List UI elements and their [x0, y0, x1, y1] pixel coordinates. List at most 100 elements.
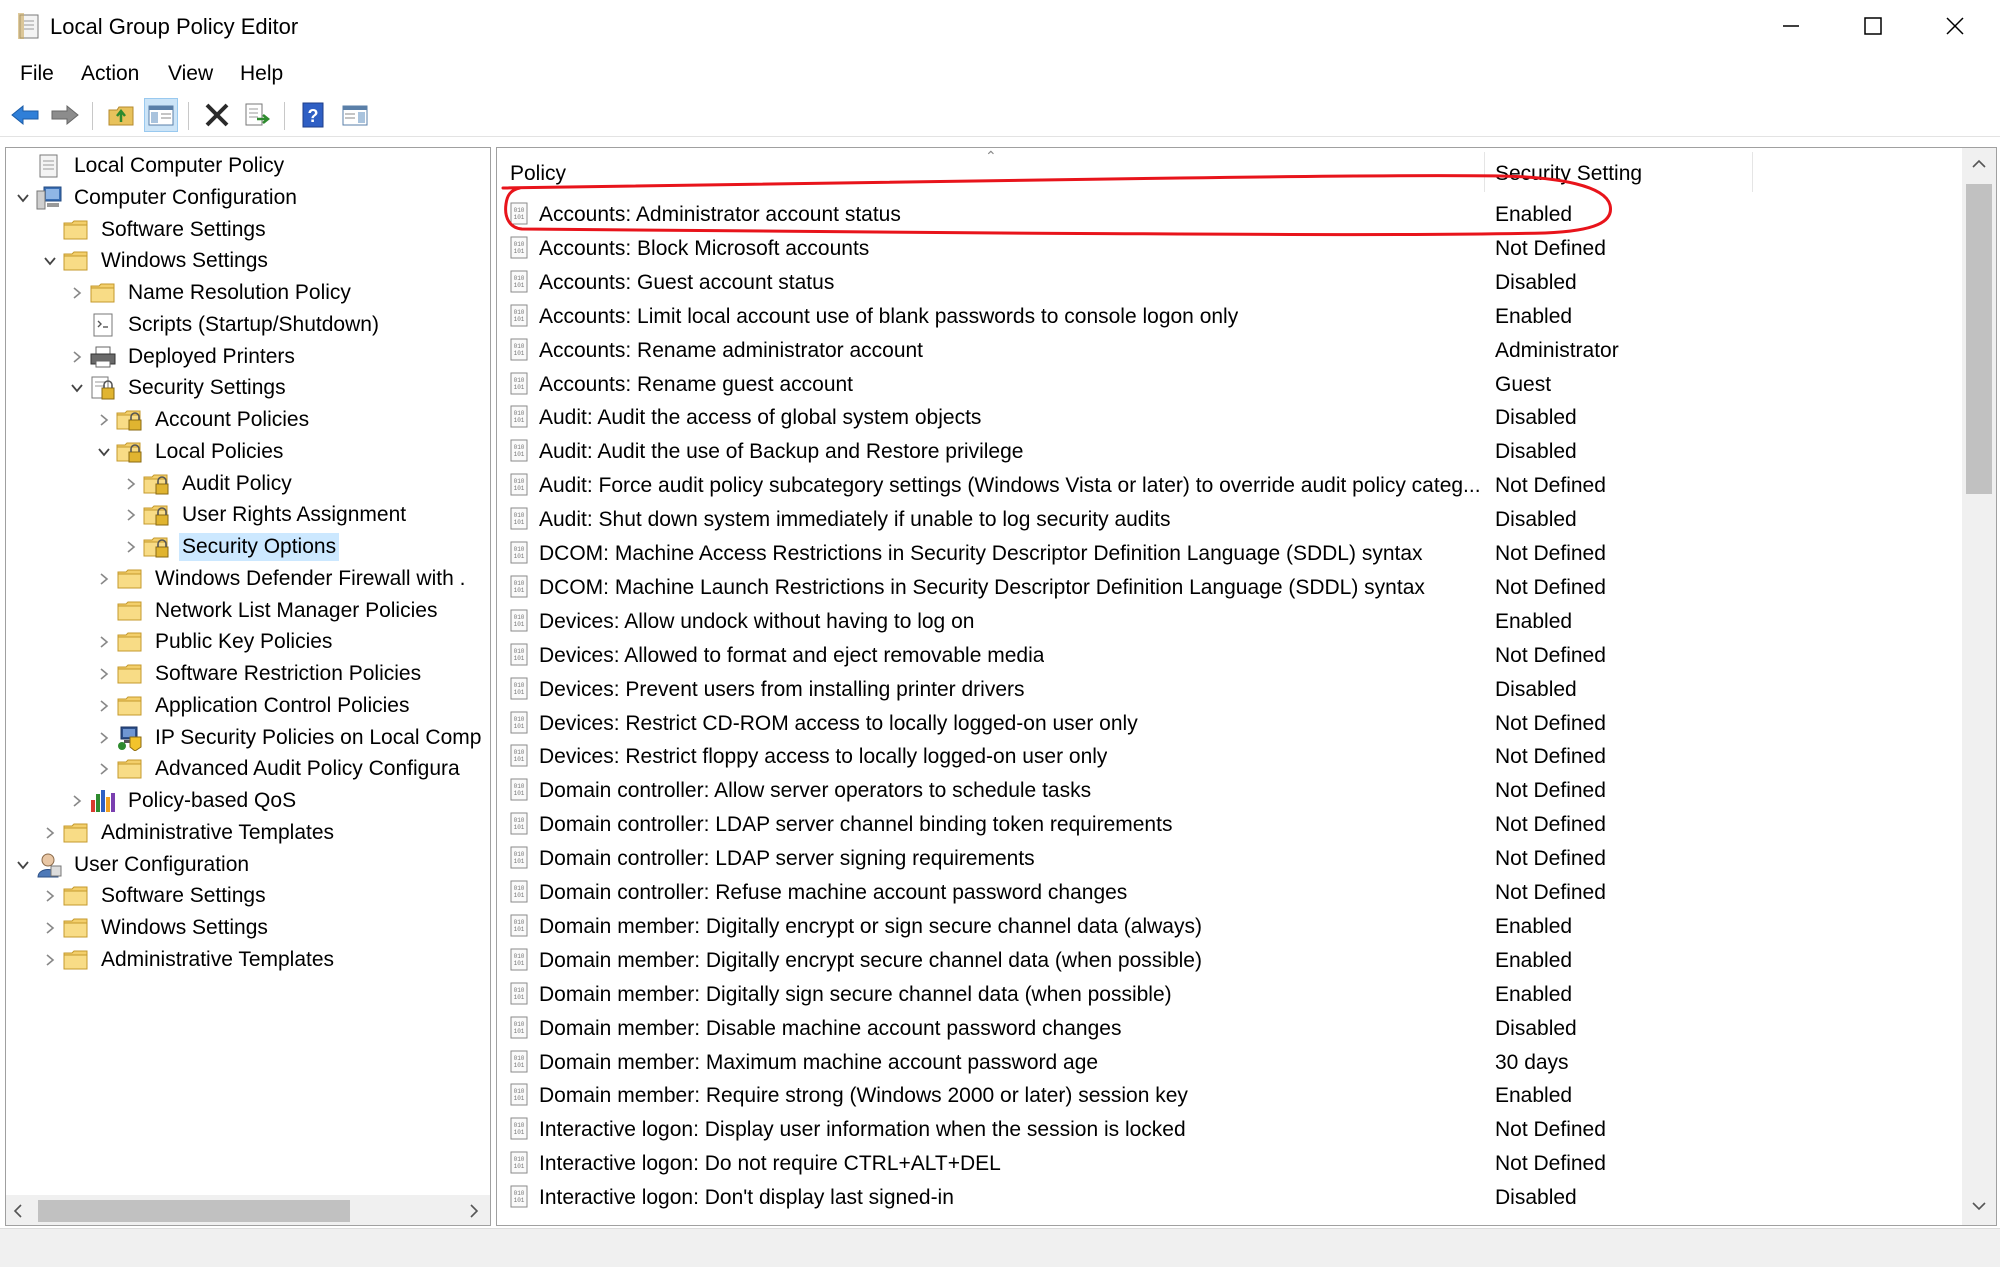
policy-row[interactable]: 010 101 Accounts: Limit local account use …: [497, 299, 1959, 333]
chevron-right-icon[interactable]: [120, 531, 142, 563]
policy-row[interactable]: 010 101 Interactive logon: Display user in…: [497, 1112, 1959, 1146]
policy-row[interactable]: 010 101 Domain member: Maximum machine acc…: [497, 1045, 1959, 1079]
tree-node-user-rights-assignment[interactable]: User Rights Assignment: [120, 499, 409, 531]
maximize-button[interactable]: [1832, 0, 1914, 52]
policy-list-pane[interactable]: ⌃ Policy Security Setting 010 101 Accounts…: [496, 147, 1997, 1226]
policy-row[interactable]: 010 101 Accounts: Administrator account st…: [497, 197, 1959, 231]
column-header-policy[interactable]: Policy: [510, 162, 566, 186]
chevron-right-icon[interactable]: [93, 658, 115, 690]
policy-row[interactable]: 010 101 Domain controller: Allow server op…: [497, 773, 1959, 807]
minimize-button[interactable]: [1750, 0, 1832, 52]
policy-row[interactable]: 010 101 Domain member: Digitally encrypt o…: [497, 909, 1959, 943]
tree-node-scripts-startup-shutdown[interactable]: Scripts (Startup/Shutdown): [66, 309, 382, 341]
chevron-right-icon[interactable]: [39, 817, 61, 849]
policy-row[interactable]: 010 101 Domain controller: LDAP server sig…: [497, 841, 1959, 875]
tree-node-windows-settings[interactable]: Windows Settings: [39, 912, 271, 944]
policy-row[interactable]: 010 101 Audit: Force audit policy subcateg…: [497, 468, 1959, 502]
policy-row[interactable]: 010 101 Accounts: Rename administrator acc…: [497, 333, 1959, 367]
column-header-security-setting[interactable]: Security Setting: [1495, 162, 1642, 186]
policy-row[interactable]: 010 101 Domain member: Digitally encrypt s…: [497, 943, 1959, 977]
policy-row[interactable]: 010 101 Domain controller: Refuse machine …: [497, 875, 1959, 909]
policy-row[interactable]: 010 101 Domain member: Digitally sign secu…: [497, 977, 1959, 1011]
tree-node-application-control-policies[interactable]: Application Control Policies: [93, 690, 412, 722]
policy-row[interactable]: 010 101 Audit: Shut down system immediatel…: [497, 502, 1959, 536]
help-button[interactable]: ?: [296, 98, 330, 132]
chevron-right-icon[interactable]: [39, 912, 61, 944]
tree-node-software-restriction-policies[interactable]: Software Restriction Policies: [93, 658, 424, 690]
scroll-left-icon[interactable]: [12, 1204, 24, 1218]
policy-row[interactable]: 010 101 Devices: Allowed to format and eje…: [497, 638, 1959, 672]
tree-node-policy-based-qos[interactable]: Policy-based QoS: [66, 785, 299, 817]
policy-row[interactable]: 010 101 Devices: Allow undock without havi…: [497, 604, 1959, 638]
properties-pane-button[interactable]: [338, 98, 372, 132]
chevron-right-icon[interactable]: [93, 626, 115, 658]
column-divider[interactable]: [1752, 152, 1753, 192]
column-divider[interactable]: [1484, 152, 1485, 192]
policy-row[interactable]: 010 101 Domain controller: LDAP server cha…: [497, 807, 1959, 841]
tree-node-administrative-templates[interactable]: Administrative Templates: [39, 817, 337, 849]
console-tree[interactable]: Local Computer Policy Computer Configurat…: [5, 147, 491, 1226]
policy-row[interactable]: 010 101 Interactive logon: Don't display l…: [497, 1180, 1959, 1214]
tree-node-audit-policy[interactable]: Audit Policy: [120, 468, 295, 500]
policy-row[interactable]: 010 101 Devices: Restrict floppy access to…: [497, 739, 1959, 773]
tree-node-advanced-audit-policy-configura[interactable]: Advanced Audit Policy Configura: [93, 753, 463, 785]
chevron-right-icon[interactable]: [93, 690, 115, 722]
tree-node-local-policies[interactable]: Local Policies: [93, 436, 286, 468]
policy-row[interactable]: 010 101 Accounts: Block Microsoft accounts…: [497, 231, 1959, 265]
chevron-down-icon[interactable]: [66, 372, 88, 404]
scroll-up-icon[interactable]: [1972, 158, 1986, 170]
chevron-right-icon[interactable]: [93, 753, 115, 785]
tree-node-account-policies[interactable]: Account Policies: [93, 404, 312, 436]
policy-row[interactable]: 010 101 Domain member: Require strong (Win…: [497, 1078, 1959, 1112]
menu-help[interactable]: Help: [240, 62, 283, 86]
tree-node-software-settings[interactable]: Software Settings: [39, 214, 269, 246]
tree-node-computer-configuration[interactable]: Computer Configuration: [12, 182, 300, 214]
close-button[interactable]: [1914, 0, 1996, 52]
tree-node-administrative-templates[interactable]: Administrative Templates: [39, 944, 337, 976]
policy-row[interactable]: 010 101 Devices: Restrict CD-ROM access to…: [497, 706, 1959, 740]
policy-row[interactable]: 010 101 Accounts: Rename guest account Gues…: [497, 367, 1959, 401]
chevron-down-icon[interactable]: [12, 182, 34, 214]
menu-file[interactable]: File: [20, 62, 54, 86]
show-hide-tree-button[interactable]: [144, 98, 178, 132]
menu-action[interactable]: Action: [81, 62, 139, 86]
tree-node-name-resolution-policy[interactable]: Name Resolution Policy: [66, 277, 354, 309]
list-scroll-thumb[interactable]: [1966, 184, 1992, 494]
menu-view[interactable]: View: [168, 62, 213, 86]
policy-row[interactable]: 010 101 DCOM: Machine Access Restrictions …: [497, 536, 1959, 570]
chevron-right-icon[interactable]: [39, 944, 61, 976]
chevron-right-icon[interactable]: [93, 563, 115, 595]
policy-row[interactable]: 010 101 DCOM: Machine Launch Restrictions …: [497, 570, 1959, 604]
chevron-down-icon[interactable]: [39, 245, 61, 277]
back-button[interactable]: [8, 98, 42, 132]
tree-node-security-settings[interactable]: Security Settings: [66, 372, 289, 404]
chevron-right-icon[interactable]: [66, 341, 88, 373]
chevron-right-icon[interactable]: [120, 499, 142, 531]
tree-node-network-list-manager-policies[interactable]: Network List Manager Policies: [93, 595, 440, 627]
tree-node-user-configuration[interactable]: User Configuration: [12, 849, 252, 881]
list-vertical-scrollbar[interactable]: [1962, 148, 1996, 1225]
chevron-right-icon[interactable]: [93, 404, 115, 436]
policy-row[interactable]: 010 101 Domain member: Disable machine acc…: [497, 1011, 1959, 1045]
chevron-right-icon[interactable]: [66, 785, 88, 817]
delete-button[interactable]: [200, 98, 234, 132]
tree-node-windows-settings[interactable]: Windows Settings: [39, 245, 271, 277]
policy-row[interactable]: 010 101 Audit: Audit the use of Backup and…: [497, 434, 1959, 468]
tree-node-deployed-printers[interactable]: Deployed Printers: [66, 341, 298, 373]
tree-node-software-settings[interactable]: Software Settings: [39, 880, 269, 912]
policy-row[interactable]: 010 101 Interactive logon: Do not require …: [497, 1146, 1959, 1180]
chevron-right-icon[interactable]: [66, 277, 88, 309]
tree-node-ip-security-policies-on-local-comp[interactable]: IP Security Policies on Local Comp: [93, 722, 484, 754]
policy-row[interactable]: 010 101 Devices: Prevent users from instal…: [497, 672, 1959, 706]
scroll-right-icon[interactable]: [468, 1204, 480, 1218]
chevron-right-icon[interactable]: [93, 722, 115, 754]
tree-node-windows-defender-firewall-with[interactable]: Windows Defender Firewall with .: [93, 563, 468, 595]
chevron-right-icon[interactable]: [39, 880, 61, 912]
forward-button[interactable]: [48, 98, 82, 132]
scroll-down-icon[interactable]: [1972, 1200, 1986, 1212]
up-folder-button[interactable]: [104, 98, 138, 132]
chevron-right-icon[interactable]: [120, 468, 142, 500]
policy-row[interactable]: 010 101 Audit: Audit the access of global …: [497, 400, 1959, 434]
tree-horizontal-scrollbar[interactable]: [6, 1195, 490, 1225]
tree-node-public-key-policies[interactable]: Public Key Policies: [93, 626, 335, 658]
